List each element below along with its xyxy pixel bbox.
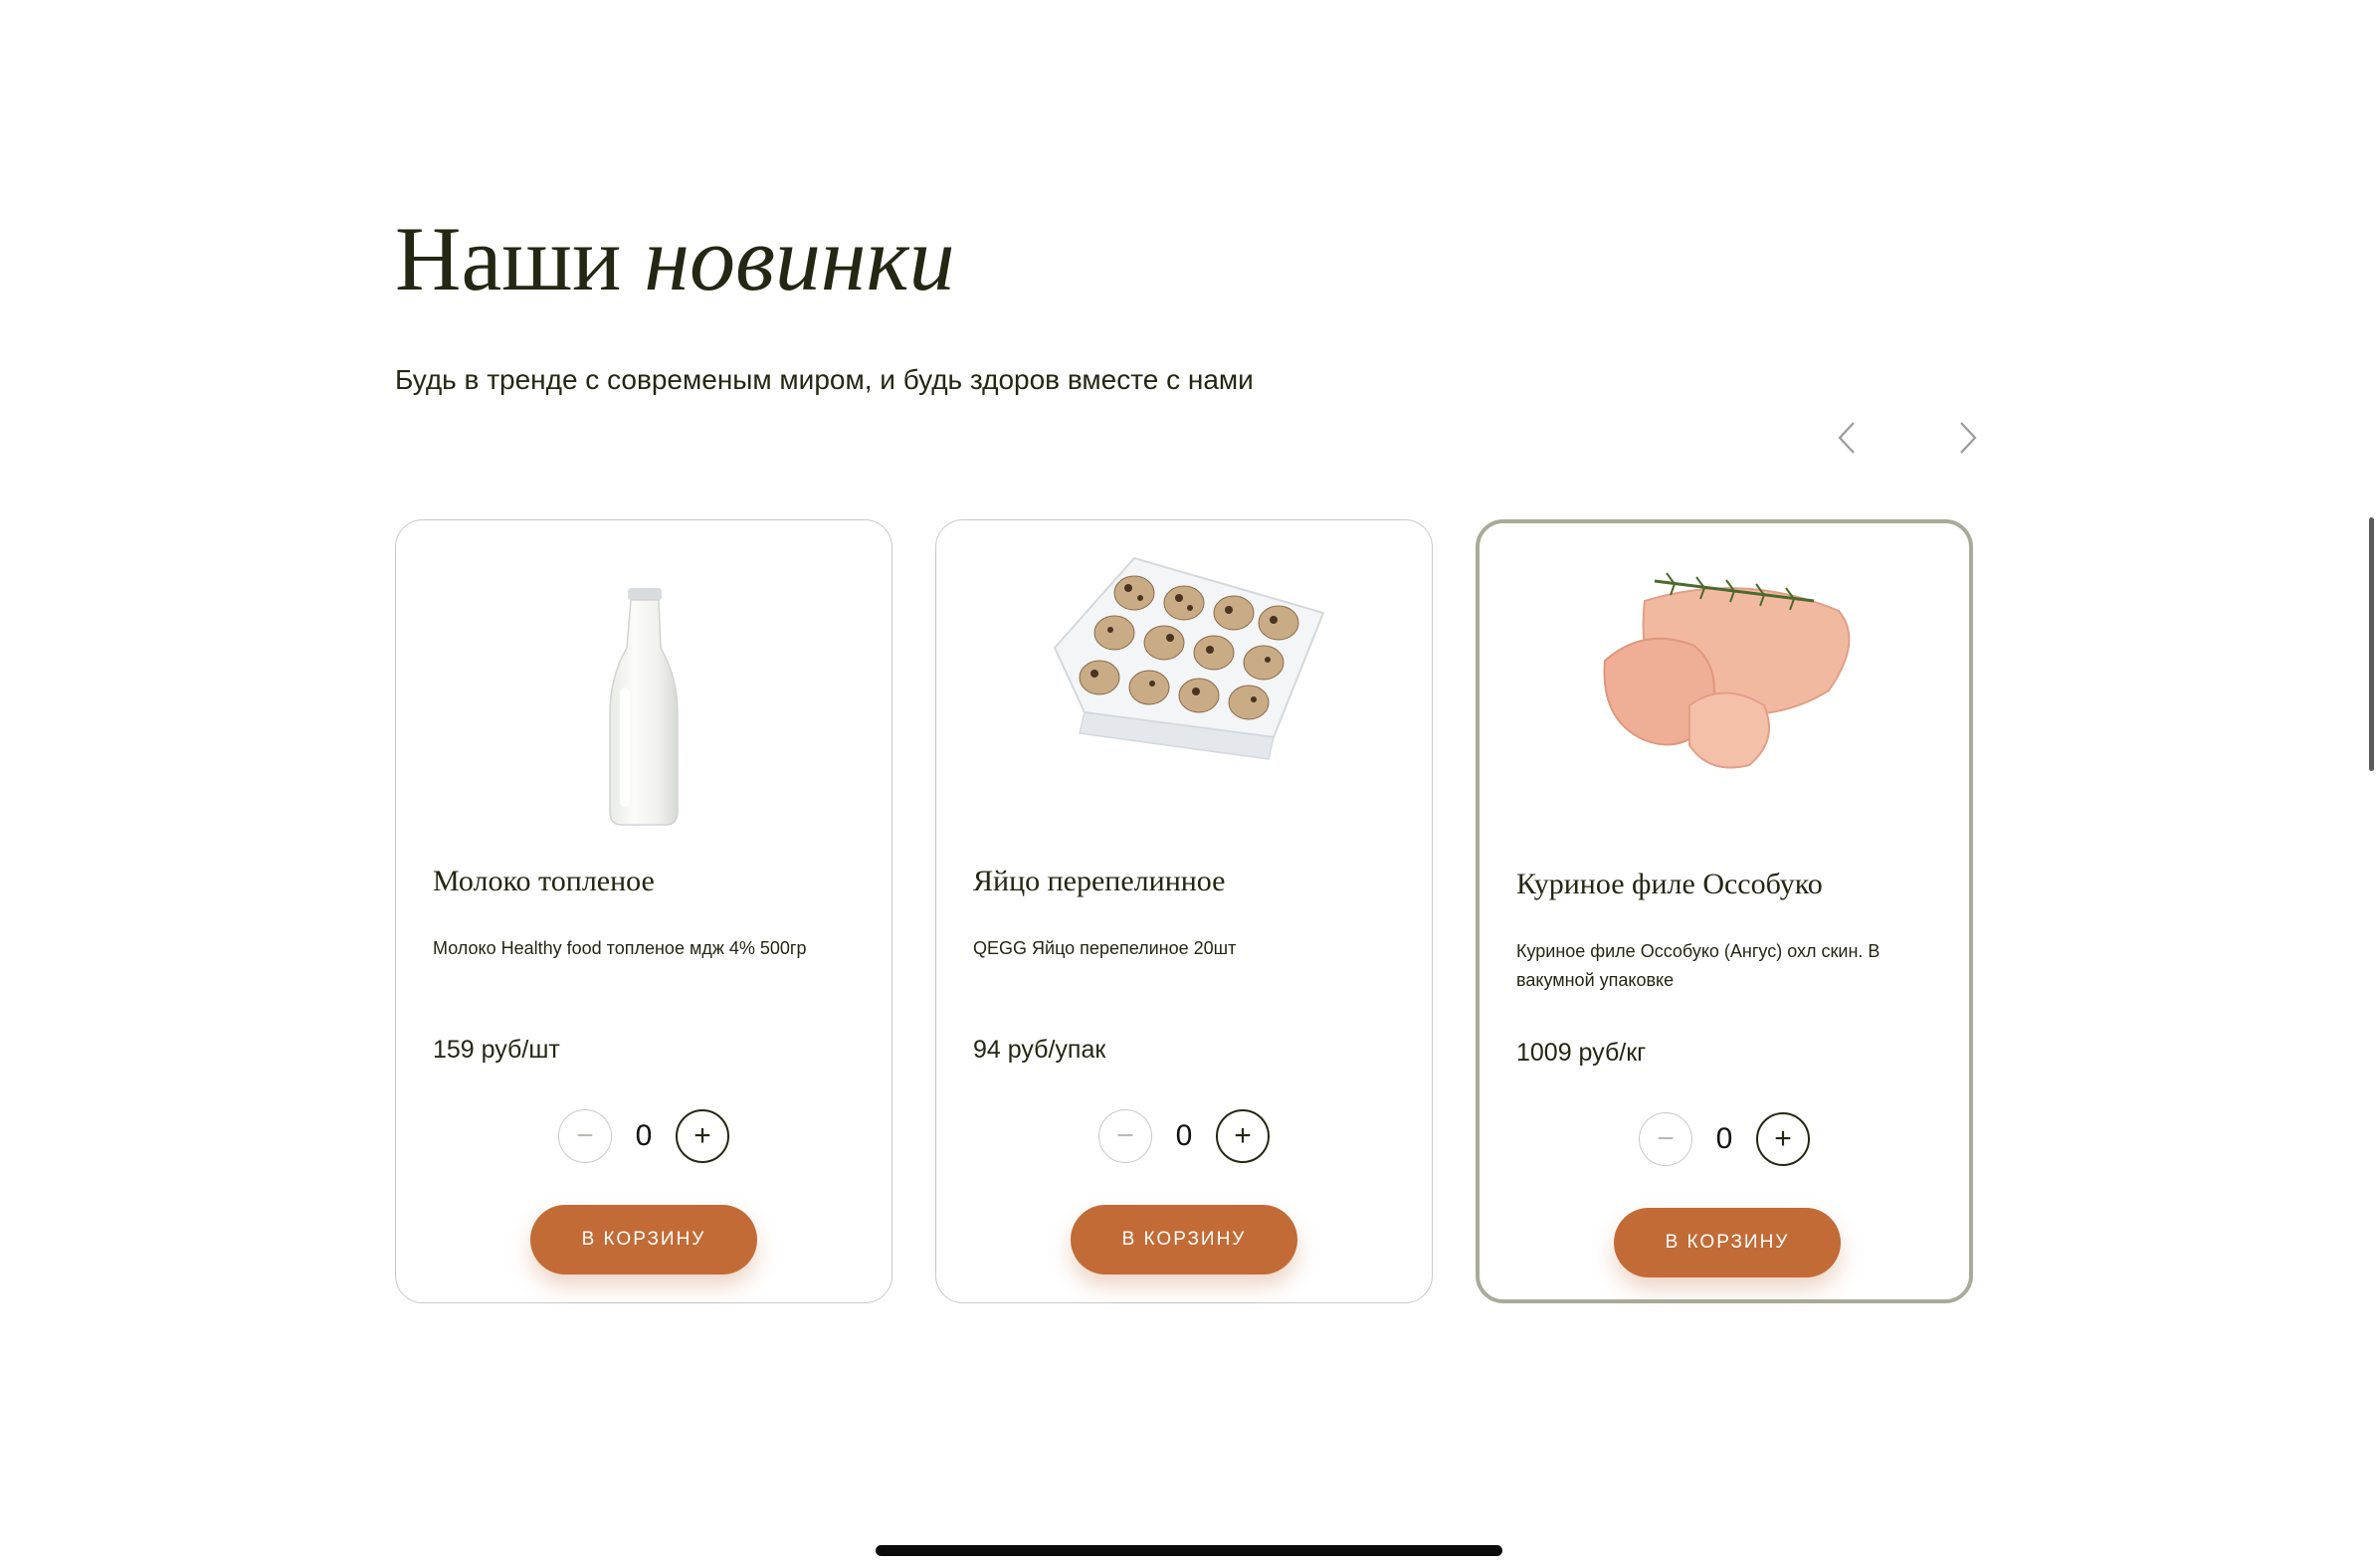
section-title-accent: новинки (644, 208, 955, 309)
section-title: Наши новинки (395, 204, 955, 313)
quantity-value: 0 (635, 1119, 653, 1152)
carousel-prev-button[interactable] (1827, 416, 1867, 460)
home-indicator[interactable] (876, 1545, 1502, 1556)
add-to-cart-button[interactable]: В КОРЗИНУ (530, 1205, 757, 1274)
increase-quantity-button[interactable]: + (1756, 1112, 1810, 1166)
product-description: QEGG Яйцо перепелиное 20шт (973, 938, 1237, 958)
quantity-stepper: − 0 + (936, 1108, 1432, 1164)
product-title: Куриное филе Оссобуко (1516, 868, 1823, 900)
product-price: 159 руб/шт (433, 1036, 560, 1064)
add-to-cart-button[interactable]: В КОРЗИНУ (1071, 1205, 1297, 1274)
product-image-chicken-fillet (1480, 541, 1969, 840)
product-price: 1009 руб/кг (1516, 1039, 1647, 1067)
product-description: Куриное филе Оссобуко (Ангус) охл скин. … (1516, 941, 1881, 990)
product-description: Молоко Healthy food топленое мдж 4% 500г… (433, 938, 807, 958)
section-title-plain: Наши (395, 208, 622, 309)
product-title: Яйцо перепелинное (973, 865, 1226, 897)
product-card[interactable]: Куриное филе Оссобуко Куриное филе Оссоб… (1476, 519, 1973, 1303)
product-image-quail-eggs-tray (936, 538, 1432, 837)
increase-quantity-button[interactable]: + (1216, 1109, 1270, 1163)
product-title: Молоко топленое (433, 865, 655, 897)
product-card[interactable]: Яйцо перепелинное QEGG Яйцо перепелиное … (935, 519, 1433, 1303)
product-image-milk-bottle (396, 538, 891, 837)
quantity-value: 0 (1175, 1119, 1193, 1152)
increase-quantity-button[interactable]: + (676, 1109, 729, 1163)
page-scrollbar[interactable] (2369, 517, 2374, 771)
chevron-left-icon (1838, 422, 1855, 454)
quantity-stepper: − 0 + (396, 1108, 891, 1164)
chevron-right-icon (1960, 422, 1977, 454)
product-card[interactable]: Молоко топленое Молоко Healthy food топл… (395, 519, 892, 1303)
quantity-stepper: − 0 + (1480, 1111, 1969, 1167)
decrease-quantity-button[interactable]: − (1639, 1112, 1692, 1166)
decrease-quantity-button[interactable]: − (558, 1109, 612, 1163)
add-to-cart-button[interactable]: В КОРЗИНУ (1614, 1208, 1841, 1277)
quantity-value: 0 (1715, 1122, 1733, 1155)
section-subtitle: Будь в тренде с современым миром, и будь… (395, 364, 1254, 395)
product-price: 94 руб/упак (973, 1036, 1106, 1064)
carousel-next-button[interactable] (1948, 416, 1988, 460)
decrease-quantity-button[interactable]: − (1098, 1109, 1152, 1163)
